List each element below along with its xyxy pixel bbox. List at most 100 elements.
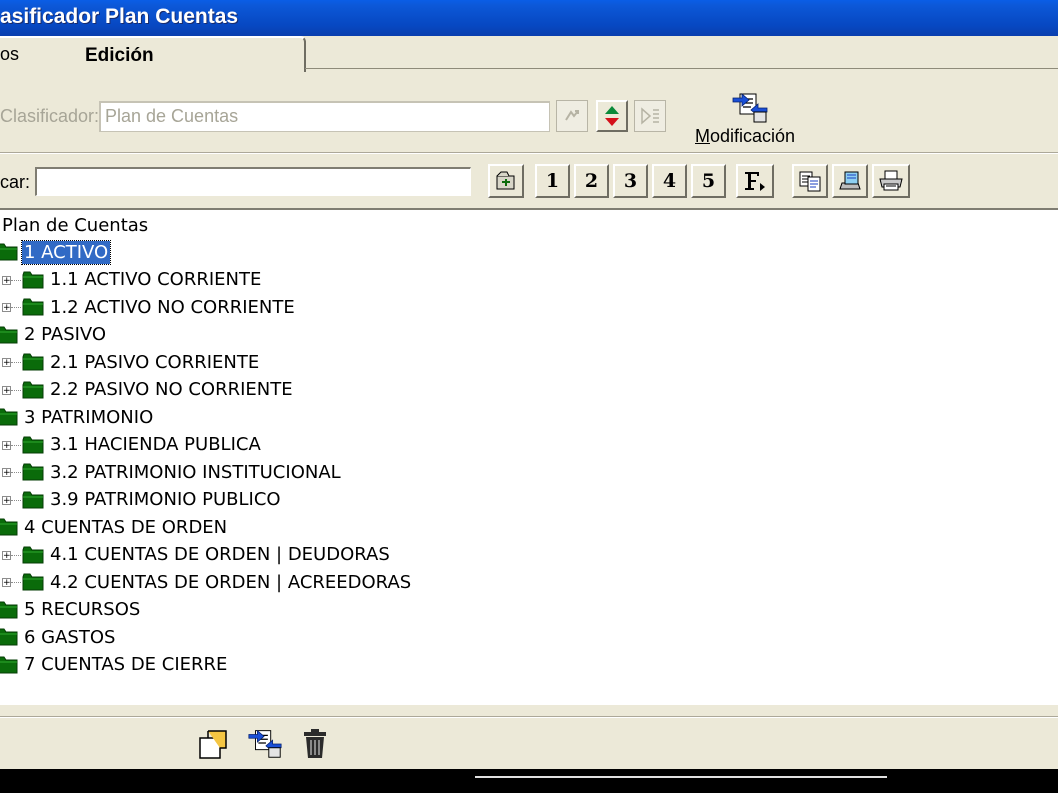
title-bar[interactable]: asificador Plan Cuentas	[0, 0, 1058, 36]
modify-label-rest: odificación	[710, 126, 796, 146]
new-button[interactable]	[196, 728, 232, 760]
tree-node-label: 1 ACTIVO	[20, 239, 112, 265]
folder-icon	[22, 463, 44, 481]
print-preview-icon	[839, 171, 861, 190]
account-tree[interactable]: Plan de Cuentas 1 ACTIVO 1.1 ACTIVO CORRI…	[0, 208, 1058, 705]
tree-node[interactable]: 4.1 CUENTAS DE ORDEN | DEUDORAS	[22, 542, 392, 568]
search-label: car:	[0, 172, 31, 192]
tab-datos[interactable]: os	[0, 38, 40, 70]
folder-icon	[22, 271, 44, 289]
skip-icon	[565, 110, 579, 121]
trash-icon	[304, 729, 326, 758]
tree-connector	[11, 444, 21, 446]
tree-node[interactable]: 1.2 ACTIVO NO CORRIENTE	[22, 294, 297, 320]
folder-icon	[0, 243, 18, 261]
expand-toggle-icon[interactable]: +	[2, 440, 11, 450]
tree-connector	[11, 389, 21, 391]
expand-toggle-icon[interactable]: +	[2, 303, 11, 313]
printer-icon	[879, 170, 903, 191]
folder-icon	[22, 298, 44, 316]
tree-connector	[11, 582, 21, 583]
sort-button[interactable]	[596, 100, 628, 132]
font-filter-icon	[745, 172, 765, 191]
expand-toggle-icon[interactable]: +	[2, 495, 11, 505]
edit-button[interactable]	[246, 726, 284, 760]
folder-icon	[0, 656, 18, 674]
print-button[interactable]	[872, 164, 910, 198]
level-2-button[interactable]: 2	[574, 164, 609, 198]
tree-node-label: 6 GASTOS	[24, 626, 116, 648]
tree-node[interactable]: 3.9 PATRIMONIO PUBLICO	[22, 487, 283, 513]
document-edit-icon	[732, 93, 768, 123]
copy-button[interactable]	[792, 164, 828, 198]
level-3-button[interactable]: 3	[613, 164, 648, 198]
tree-connector	[11, 307, 21, 308]
folder-icon	[0, 326, 18, 344]
tree-node[interactable]: 3 PATRIMONIO	[0, 404, 155, 430]
folder-icon	[0, 518, 18, 536]
tree-connector	[11, 472, 21, 473]
taskbar-indicator	[475, 776, 887, 778]
tree-root[interactable]: Plan de Cuentas	[0, 212, 150, 238]
classifier-label: Clasificador:	[0, 106, 100, 126]
modify-button-label[interactable]: Modificación	[695, 126, 795, 147]
tree-node[interactable]: 5 RECURSOS	[0, 597, 142, 623]
tree-node[interactable]: 4 CUENTAS DE ORDEN	[0, 514, 229, 540]
tab-edicion[interactable]: Edición	[0, 36, 306, 72]
tab-divider	[305, 68, 1058, 69]
folder-icon	[22, 546, 44, 564]
up-down-arrows-icon	[605, 106, 619, 126]
level-1-button[interactable]: 1	[535, 164, 570, 198]
expand-toggle-icon[interactable]: +	[2, 385, 11, 395]
tree-node[interactable]: 1 ACTIVO	[0, 239, 112, 265]
tree-node-label: 1.2 ACTIVO NO CORRIENTE	[50, 296, 295, 318]
tree-node-label: 3.1 HACIENDA PUBLICA	[50, 434, 261, 455]
tree-node[interactable]: 3.2 PATRIMONIO INSTITUCIONAL	[22, 459, 343, 485]
folder-icon	[22, 381, 44, 399]
level-4-button[interactable]: 4	[652, 164, 687, 198]
tree-node-label: 1.1 ACTIVO CORRIENTE	[50, 269, 262, 290]
tree-node-label: 4 CUENTAS DE ORDEN	[24, 516, 228, 538]
tree-node-label: 7 CUENTAS DE CIERRE	[24, 654, 228, 675]
folder-icon	[22, 436, 44, 454]
next-level-button	[634, 100, 666, 132]
modify-accelerator: M	[695, 126, 710, 146]
tree-connector	[11, 279, 21, 281]
modify-button[interactable]	[730, 90, 770, 124]
tab-edicion-label: Edición	[85, 45, 154, 66]
tree-node-label: 4.2 CUENTAS DE ORDEN | ACREEDORAS	[50, 571, 412, 593]
play-list-icon	[641, 107, 659, 125]
delete-button[interactable]	[300, 728, 330, 760]
expand-toggle-icon[interactable]: +	[2, 550, 11, 560]
tree-node-label: 2 PASIVO	[24, 324, 107, 345]
tree-connector	[11, 499, 21, 501]
tree-node-label: 2.2 PASIVO NO CORRIENTE	[50, 379, 293, 400]
bottom-toolbar	[0, 718, 1058, 769]
folder-icon	[22, 491, 44, 509]
preview-button[interactable]	[832, 164, 868, 198]
expand-toggle-icon[interactable]: +	[2, 358, 11, 368]
expand-all-button[interactable]	[488, 164, 524, 198]
tree-node-label: 3 PATRIMONIO	[24, 406, 154, 428]
expand-toggle-icon[interactable]: +	[2, 578, 11, 588]
copy-icon	[799, 171, 821, 192]
document-edit-icon	[248, 729, 282, 758]
tree-node[interactable]: 2.1 PASIVO CORRIENTE	[22, 349, 261, 375]
filter-button[interactable]	[736, 164, 774, 198]
tree-connector	[11, 554, 21, 556]
new-folder-icon	[199, 730, 227, 759]
tree-node[interactable]: 2 PASIVO	[0, 322, 108, 348]
expand-toggle-icon[interactable]: +	[2, 275, 11, 285]
tree-node[interactable]: 6 GASTOS	[0, 624, 117, 650]
level-5-button[interactable]: 5	[691, 164, 726, 198]
tree-node[interactable]: 2.2 PASIVO NO CORRIENTE	[22, 377, 295, 403]
tab-datos-label: os	[0, 44, 20, 64]
tree-node[interactable]: 4.2 CUENTAS DE ORDEN | ACREEDORAS	[22, 569, 413, 595]
tree-node[interactable]: 7 CUENTAS DE CIERRE	[0, 652, 229, 678]
tree-node[interactable]: 3.1 HACIENDA PUBLICA	[22, 432, 263, 458]
search-input[interactable]	[35, 167, 471, 196]
tree-node[interactable]: 1.1 ACTIVO CORRIENTE	[22, 267, 263, 293]
tree-node-label: 3.9 PATRIMONIO PUBLICO	[50, 489, 281, 510]
folder-tree-icon	[496, 171, 515, 190]
expand-toggle-icon[interactable]: +	[2, 468, 11, 478]
